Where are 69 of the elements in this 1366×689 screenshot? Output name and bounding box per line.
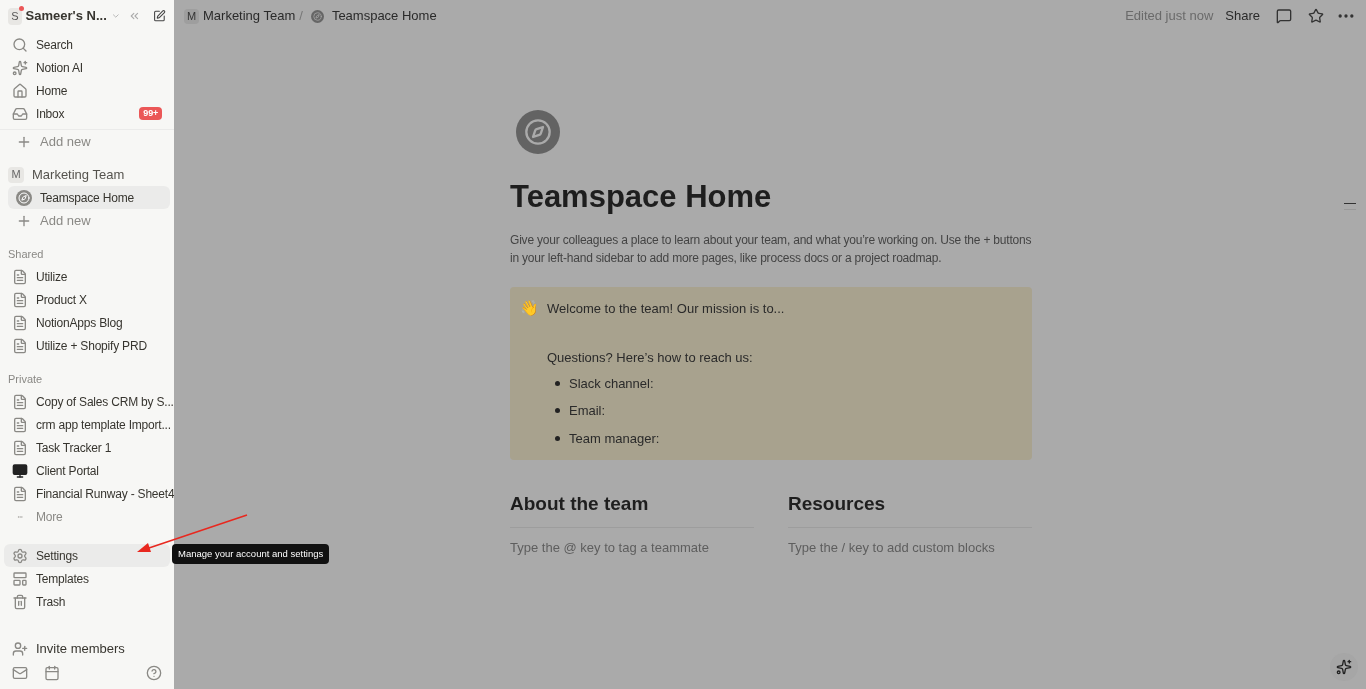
tooltip: Manage your account and settings	[172, 544, 330, 565]
user-plus-icon	[12, 640, 28, 657]
breadcrumb-link[interactable]: Teamspace Home	[331, 6, 437, 26]
callout-text: Questions? Here’s how to reach us:	[547, 349, 754, 367]
workspace-avatar: S	[8, 7, 22, 25]
outline-toggle[interactable]	[1344, 203, 1356, 210]
compass-icon	[16, 189, 32, 206]
page-title: Teamspace Home	[510, 178, 773, 216]
document-icon	[12, 393, 28, 410]
teamspace-name[interactable]: Marketing Team	[32, 164, 125, 185]
help-icon[interactable]	[146, 665, 162, 681]
trash-icon	[12, 593, 28, 610]
sidebar-item[interactable]: Settings	[4, 544, 170, 567]
bullet-text: Slack channel:	[569, 374, 654, 393]
sparkle-icon	[12, 59, 28, 76]
breadcrumb-link[interactable]: Marketing Team	[203, 6, 296, 26]
teamspace-avatar: M	[8, 166, 24, 183]
sidebar-item[interactable]: Task Tracker 1	[4, 436, 170, 459]
sidebar-item[interactable]: crm app template Import...	[4, 413, 170, 436]
sidebar-item[interactable]: Utilize	[4, 265, 170, 288]
section-heading: Private	[7, 371, 44, 387]
sidebar-item[interactable]: NotionApps Blog	[4, 311, 170, 334]
page-icon	[516, 110, 560, 154]
sidebar-item[interactable]: Product X	[4, 288, 170, 311]
workspace-name[interactable]: Sameer's N...	[25, 6, 107, 26]
sidebar-item[interactable]: Inbox 99+	[4, 102, 170, 125]
notification-badge: 99+	[139, 106, 162, 121]
invite-members-button[interactable]: Invite members	[4, 637, 170, 660]
star-icon[interactable]	[1308, 8, 1324, 24]
share-button[interactable]: Share	[1225, 6, 1260, 26]
document-icon	[12, 485, 28, 502]
waving-hand-emoji: 👋	[520, 298, 539, 318]
sidebar-item[interactable]: Home	[4, 79, 170, 102]
mail-icon[interactable]	[12, 665, 28, 681]
sidebar-item[interactable]: Client Portal	[4, 459, 170, 482]
bullet-text: Email:	[569, 402, 606, 420]
sidebar-item[interactable]: Trash	[4, 590, 170, 613]
templates-icon	[12, 570, 28, 587]
document-icon	[12, 416, 28, 433]
comment-icon[interactable]	[1276, 8, 1292, 24]
compass-icon	[310, 9, 324, 23]
ai-button[interactable]	[1330, 653, 1358, 681]
compose-icon[interactable]	[153, 8, 166, 24]
section-heading: Shared	[7, 246, 45, 262]
document-icon	[12, 291, 28, 308]
callout-text: Welcome to the team! Our mission is to...	[547, 299, 785, 318]
monitor-icon	[12, 462, 28, 479]
document-icon	[12, 439, 28, 456]
house-icon	[12, 82, 28, 99]
document-icon	[12, 268, 28, 285]
search-icon	[12, 36, 28, 53]
page-description: Give your colleagues a place to learn about your team, and what you’re working on. Use the + buttons in your left-hand sidebar to add more pages, like process docs or a project roadmap.	[510, 231, 1032, 267]
edited-status: Edited just now	[1125, 7, 1214, 26]
teamspace-avatar: M	[184, 8, 199, 24]
breadcrumb-separator: /	[299, 7, 303, 26]
document-icon	[12, 337, 28, 354]
section-heading: Resources	[788, 490, 1032, 528]
section-heading: About the team	[510, 490, 754, 528]
sidebar-item[interactable]: Search	[4, 33, 170, 56]
sidebar-item[interactable]: Templates	[4, 567, 170, 590]
bullet-text: Team manager:	[569, 429, 660, 448]
sidebar-item[interactable]: Notion AI	[4, 56, 170, 79]
calendar-icon[interactable]	[44, 665, 60, 681]
sparkle-icon	[1336, 659, 1352, 675]
document-icon	[12, 314, 28, 331]
settings-icon	[12, 547, 28, 564]
sidebar-item[interactable]: Utilize + Shopify PRD	[4, 334, 170, 357]
inbox-icon	[12, 105, 28, 122]
sidebar-item[interactable]: Teamspace Home	[8, 186, 170, 209]
